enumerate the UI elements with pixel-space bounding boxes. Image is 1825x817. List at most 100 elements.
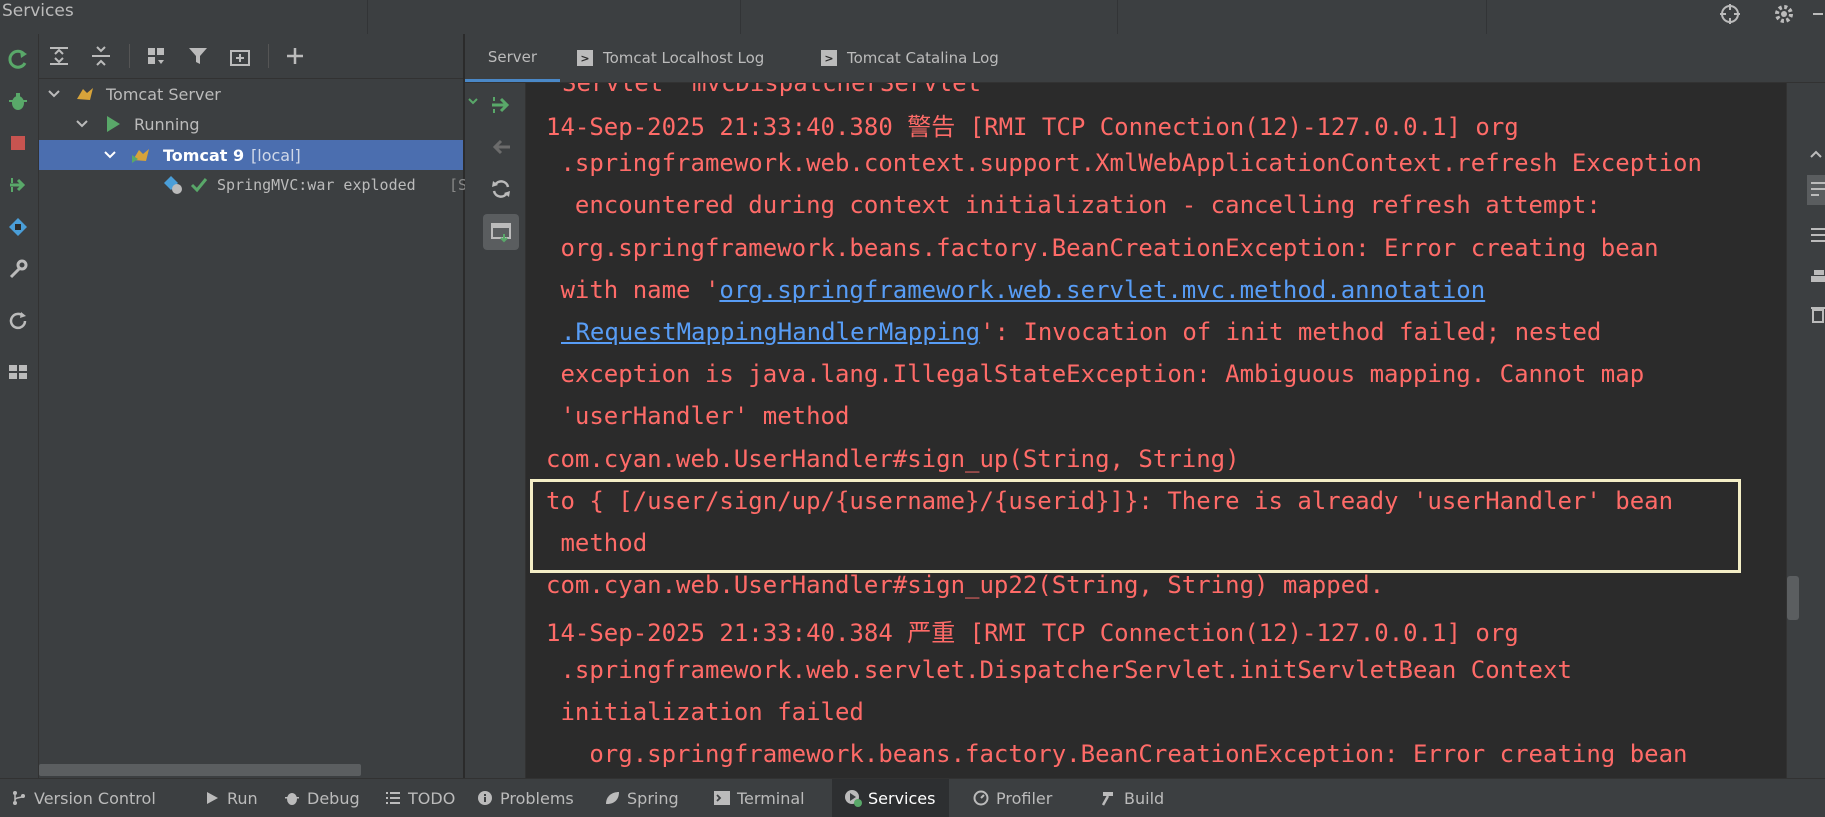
undeploy-icon	[492, 139, 510, 155]
vertical-scrollbar[interactable]	[1787, 576, 1799, 620]
deploy-button[interactable]	[3, 170, 33, 200]
soft-wrap-button[interactable]	[1807, 175, 1825, 205]
layout-button[interactable]	[3, 356, 33, 386]
horizontal-scrollbar[interactable]	[39, 764, 361, 776]
tool-tab-debug[interactable]: Debug	[283, 779, 360, 817]
tool-tab-todo[interactable]: TODO	[384, 779, 455, 817]
tool-tab-label: Services	[868, 788, 936, 808]
tree-toolbar	[39, 34, 463, 79]
deploy-all-button[interactable]	[483, 87, 519, 123]
open-browser-button[interactable]	[483, 214, 519, 250]
tool-tab-label: TODO	[408, 788, 456, 808]
settings-button[interactable]	[1766, 0, 1802, 28]
hammer-icon	[1100, 789, 1118, 807]
filter-button[interactable]	[183, 41, 213, 71]
tool-tab-services[interactable]: Services	[832, 779, 950, 817]
tab-label: Server	[487, 47, 538, 66]
toolbar-separator	[268, 44, 269, 68]
header-divider	[1486, 0, 1487, 34]
crosshair-button[interactable]	[1712, 0, 1748, 28]
console-output[interactable]: Servlet mvcDispatcherServlet 14-Sep-2025…	[526, 83, 1786, 778]
console-gutter-toolbar	[465, 83, 526, 778]
chevron-up-icon[interactable]	[1809, 147, 1823, 161]
terminal-icon	[713, 789, 731, 807]
tree-item-tomcat-server[interactable]: Tomcat Server	[39, 79, 463, 109]
tree-item-tomcat-9[interactable]: Tomcat 9 [local]	[39, 140, 463, 170]
tree-item-springmvc-artifact[interactable]: SpringMVC:war exploded [S	[39, 170, 467, 200]
group-icon	[148, 48, 164, 64]
expand-all-icon	[50, 47, 68, 65]
header-divider	[367, 0, 368, 34]
services-tree-panel: Tomcat Server Running Tomcat 9 [local] S…	[39, 34, 467, 778]
minimize-button[interactable]	[1808, 0, 1825, 28]
tool-tab-problems[interactable]: Problems	[476, 779, 574, 817]
log-line: .springframework.web.servlet.DispatcherS…	[546, 656, 1572, 684]
new-service-button[interactable]	[225, 41, 255, 71]
bug-icon	[283, 789, 301, 807]
artifact-icon	[9, 218, 27, 236]
trash-icon[interactable]	[1811, 305, 1825, 323]
tool-tab-terminal[interactable]: Terminal	[713, 779, 805, 817]
log-line: com.cyan.web.UserHandler#sign_up(String,…	[546, 445, 1240, 473]
tree-item-running[interactable]: Running	[39, 109, 463, 139]
leaf-icon	[603, 789, 621, 807]
tree-item-label: Running	[134, 114, 200, 134]
log-line: 14-Sep-2025 21:33:40.384 严重 [RMI TCP Con…	[546, 619, 1519, 647]
filter-icon	[189, 48, 207, 64]
chevron-down-icon[interactable]	[75, 117, 89, 131]
log-line: exception is java.lang.IllegalStateExcep…	[546, 360, 1645, 388]
print-icon[interactable]	[1811, 269, 1825, 287]
tab-tomcat-catalina-log[interactable]: > Tomcat Catalina Log	[821, 34, 999, 82]
log-line: .springframework.web.context.support.Xml…	[546, 149, 1702, 177]
layout-icon	[9, 365, 27, 379]
log-line: 14-Sep-2025 21:33:40.380 警告 [RMI TCP Con…	[546, 113, 1519, 141]
rerun-button[interactable]	[3, 44, 33, 74]
update-application-button[interactable]	[483, 171, 519, 207]
group-by-button[interactable]	[141, 41, 171, 71]
artifacts-button[interactable]	[3, 212, 33, 242]
tool-tab-profiler[interactable]: Profiler	[972, 779, 1052, 817]
plus-icon	[287, 48, 303, 64]
tab-server[interactable]: Server	[465, 34, 560, 82]
tool-tab-label: Run	[227, 788, 258, 808]
tool-tab-build[interactable]: Build	[1100, 779, 1164, 817]
tree-item-suffix: [local]	[251, 145, 301, 165]
log-line: org.springframework.beans.factory.BeanCr…	[546, 740, 1688, 768]
toolbar-separator	[129, 44, 130, 68]
tool-tab-label: Problems	[500, 788, 574, 808]
gear-icon	[1775, 5, 1793, 23]
tool-tab-version-control[interactable]: Version Control	[10, 779, 156, 817]
refresh-button[interactable]	[3, 306, 33, 336]
class-link[interactable]: org.springframework.web.servlet.mvc.meth…	[719, 276, 1485, 304]
undeploy-button[interactable]	[483, 129, 519, 165]
artifact-icon	[163, 175, 183, 195]
services-side-toolbar	[0, 34, 39, 778]
rerun-icon	[8, 49, 27, 69]
tool-tab-label: Spring	[627, 788, 679, 808]
tab-tomcat-localhost-log[interactable]: > Tomcat Localhost Log	[577, 34, 764, 82]
tool-tab-label: Debug	[307, 788, 360, 808]
stop-button[interactable]	[3, 128, 33, 158]
soft-wrap-icon	[1811, 182, 1825, 196]
chevron-down-icon[interactable]	[103, 148, 117, 162]
log-line: with name 'org.springframework.web.servl…	[546, 276, 1485, 304]
expand-all-button[interactable]	[44, 41, 74, 71]
running-icon	[103, 114, 123, 134]
header-divider	[740, 0, 741, 34]
console-icon: >	[821, 50, 837, 66]
log-text: with name '	[546, 276, 720, 304]
tomcat-running-icon	[131, 145, 151, 165]
list-icon	[384, 789, 402, 807]
debug-button[interactable]	[3, 86, 33, 116]
fold-marker-icon	[468, 98, 478, 105]
tool-tab-run[interactable]: Run	[203, 779, 258, 817]
add-button[interactable]	[280, 41, 310, 71]
chevron-down-icon[interactable]	[47, 87, 61, 101]
class-link[interactable]: .RequestMappingHandlerMapping	[561, 318, 980, 346]
tab-label: Tomcat Localhost Log	[603, 49, 765, 67]
collapse-all-button[interactable]	[86, 41, 116, 71]
tool-tab-spring[interactable]: Spring	[603, 779, 679, 817]
profiler-icon	[972, 789, 990, 807]
scroll-to-end-icon[interactable]	[1811, 226, 1825, 244]
edit-configuration-button[interactable]	[3, 254, 33, 284]
